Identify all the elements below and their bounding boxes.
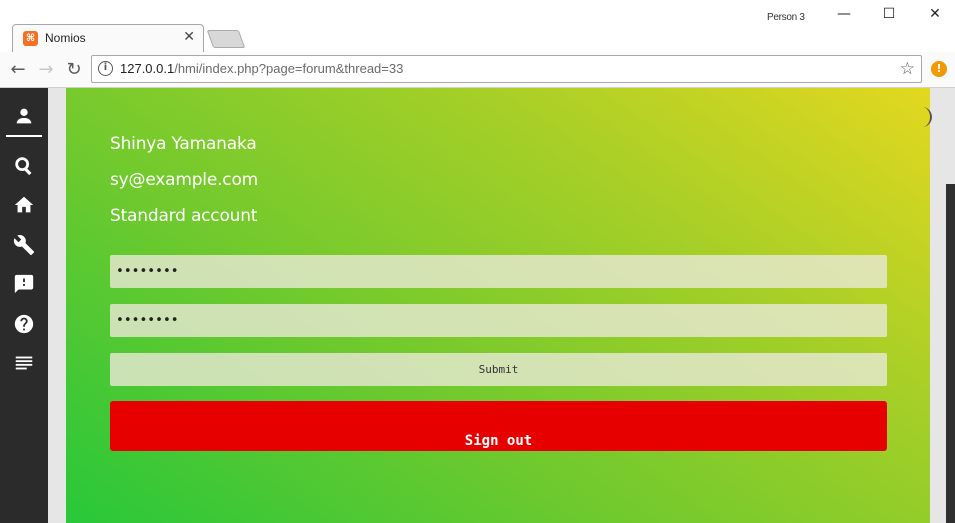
back-icon[interactable]: ← <box>7 59 29 80</box>
scrollbar-thumb[interactable] <box>946 184 955 523</box>
sidebar-item-help[interactable] <box>0 306 48 342</box>
url-path: /hmi/index.php?page=forum&thread=33 <box>174 61 404 76</box>
close-tab-icon[interactable]: ✕ <box>183 29 195 45</box>
sidebar-item-search[interactable] <box>0 148 48 184</box>
xampp-favicon-icon: ⌘ <box>23 31 38 46</box>
sidebar-item-tools[interactable] <box>0 227 48 263</box>
close-window-icon[interactable]: ✕ <box>920 6 950 22</box>
list-icon <box>15 356 33 370</box>
address-bar[interactable]: i 127.0.0.1/hmi/index.php?page=forum&thr… <box>91 55 922 83</box>
new-tab-button[interactable] <box>206 30 246 48</box>
sidebar-item-home[interactable] <box>0 187 48 223</box>
search-icon <box>15 157 32 176</box>
minimize-icon[interactable]: — <box>829 6 859 22</box>
confirm-password-field[interactable] <box>110 304 887 337</box>
browser-menu-update-icon[interactable]: ! <box>931 61 947 77</box>
password-field[interactable] <box>110 255 887 288</box>
submit-button[interactable]: Submit <box>110 353 887 386</box>
profile-name[interactable]: Person 3 <box>767 12 805 23</box>
dark-mode-moon-icon[interactable] <box>916 106 936 128</box>
browser-toolbar: ← → ↻ i 127.0.0.1/hmi/index.php?page=for… <box>0 52 955 88</box>
person-icon <box>16 108 32 124</box>
app-sidebar <box>0 88 48 523</box>
maximize-icon[interactable]: ☐ <box>874 6 904 22</box>
profile-email-text: sy@example.com <box>110 170 259 190</box>
forward-icon[interactable]: → <box>35 59 57 80</box>
sidebar-item-account[interactable] <box>0 98 48 134</box>
sidebar-item-menu[interactable] <box>0 345 48 381</box>
account-type-text: Standard account <box>110 206 258 226</box>
home-icon <box>14 196 34 213</box>
tab-title: Nomios <box>45 31 86 45</box>
browser-titlebar: ⌘ Nomios ✕ Person 3 — ☐ ✕ <box>0 0 955 52</box>
bookmark-star-icon[interactable]: ☆ <box>900 59 915 79</box>
profile-name-text: Shinya Yamanaka <box>110 134 257 154</box>
reload-icon[interactable]: ↻ <box>63 59 85 80</box>
browser-tab[interactable]: ⌘ Nomios ✕ <box>12 24 204 52</box>
sidebar-item-feedback[interactable] <box>0 266 48 302</box>
url-host: 127.0.0.1 <box>120 61 175 76</box>
help-icon <box>14 314 34 334</box>
feedback-icon <box>14 274 34 294</box>
sign-out-button[interactable]: Sign out <box>110 401 887 451</box>
site-info-icon[interactable]: i <box>98 61 113 76</box>
url-text[interactable]: 127.0.0.1/hmi/index.php?page=forum&threa… <box>120 61 403 76</box>
sidebar-active-indicator <box>6 135 42 137</box>
wrench-icon <box>13 235 35 256</box>
page-viewport: Shinya Yamanaka sy@example.com Standard … <box>0 88 955 523</box>
